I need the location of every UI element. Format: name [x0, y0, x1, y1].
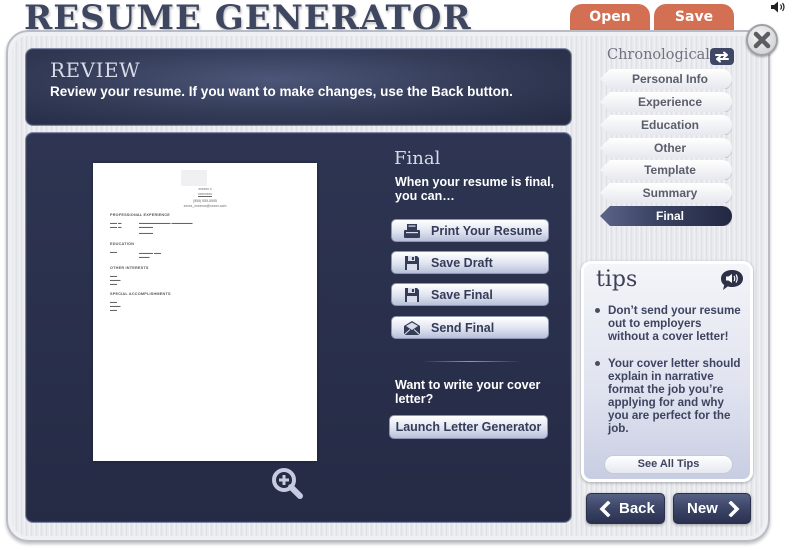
new-label: New: [687, 500, 718, 517]
step-label: Summary: [642, 186, 698, 200]
header-panel: REVIEW Review your resume. If you want t…: [25, 48, 572, 126]
back-button[interactable]: Back: [586, 493, 665, 524]
floppy-disk-icon: [402, 255, 422, 271]
save-draft-label: Save Draft: [431, 255, 493, 270]
resume-text-line: ▬▬ ▬▬▬ ▬▬: [110, 300, 121, 312]
page-subtitle: Review your resume. If you want to make …: [50, 84, 513, 99]
floppy-disk-icon: [402, 287, 422, 303]
close-icon: [753, 31, 771, 49]
back-label: Back: [619, 500, 655, 517]
speaker-icon[interactable]: [770, 0, 788, 14]
save-final-label: Save Final: [431, 287, 493, 302]
zoom-in-icon[interactable]: [270, 467, 306, 503]
envelope-icon: [402, 320, 422, 336]
step-label: Education: [640, 118, 699, 132]
step-experience[interactable]: Experience: [600, 92, 732, 112]
resume-section-heading: SPECIAL ACCOMPLISHMENTS: [110, 292, 171, 296]
resume-preview[interactable]: xxxxxx x xxxxxxxx (555) 555-5555 xxxxx_x…: [93, 163, 317, 461]
resume-email: xxxxx_xxxxxxx@xxxxx.com: [183, 204, 227, 208]
step-label: Other: [653, 141, 686, 155]
printer-icon: [402, 223, 422, 239]
close-button[interactable]: [746, 24, 778, 56]
resume-section-heading: EDUCATION: [110, 242, 135, 246]
resume-text-line: ▬▬▬▬ ▬▬ ▬▬▬: [139, 251, 161, 259]
tips-title: tips: [596, 267, 638, 292]
send-final-button[interactable]: Send Final: [391, 316, 549, 339]
resume-format-label: Chronological: [607, 47, 710, 63]
final-section-description: When your resume is final, you can…: [395, 175, 555, 203]
swap-arrows-icon: [715, 51, 729, 62]
step-final[interactable]: Final: [600, 206, 732, 226]
section-divider: [421, 361, 521, 362]
save-tab-button[interactable]: Save: [654, 4, 734, 30]
launch-letter-generator-button[interactable]: Launch Letter Generator: [389, 415, 548, 439]
resume-section-heading: PROFESSIONAL EXPERIENCE: [110, 213, 171, 217]
resume-photo-placeholder: [181, 170, 207, 186]
swap-format-button[interactable]: [710, 48, 734, 65]
tips-list: Don’t send your resume out to employers …: [594, 304, 744, 449]
save-draft-button[interactable]: Save Draft: [391, 251, 549, 274]
see-all-tips-button[interactable]: See All Tips: [604, 455, 733, 474]
print-resume-label: Print Your Resume: [431, 223, 543, 238]
step-label: Final: [655, 209, 684, 223]
resume-text-line: ▬▬▬▬: [139, 231, 153, 235]
content-panel: xxxxxx x xxxxxxxx (555) 555-5555 xxxxx_x…: [25, 132, 572, 523]
tips-panel: tips Don’t send your resume out to emplo…: [581, 261, 753, 482]
cover-letter-prompt: Want to write your cover letter?: [395, 378, 541, 406]
step-other[interactable]: Other: [600, 138, 732, 158]
final-section-title: Final: [394, 148, 441, 169]
send-final-label: Send Final: [431, 320, 495, 335]
step-label: Template: [644, 163, 696, 177]
resume-text-line: ▬▬ ▬ ▬▬ ▬: [110, 221, 122, 229]
resume-text-line: ▬▬▬▬▬▬▬▬▬ ▬▬▬▬▬▬ ▬▬▬▬: [139, 221, 193, 229]
resume-text-line: ▬▬: [110, 250, 117, 254]
tip-item: Don’t send your resume out to employers …: [594, 304, 744, 343]
resume-name-line: xxxxxxxx: [198, 192, 212, 196]
step-personal-info[interactable]: Personal Info: [600, 69, 732, 89]
step-label: Personal Info: [631, 72, 708, 86]
resume-section-heading: OTHER INTERESTS: [110, 266, 149, 270]
step-label: Experience: [637, 95, 703, 109]
print-resume-button[interactable]: Print Your Resume: [391, 219, 549, 242]
new-button[interactable]: New: [673, 493, 751, 524]
chevron-right-icon: [728, 500, 740, 517]
step-template[interactable]: Template: [600, 160, 732, 180]
open-tab-button[interactable]: Open: [570, 4, 650, 30]
page-title: REVIEW: [50, 58, 141, 82]
chevron-left-icon: [599, 500, 611, 517]
step-education[interactable]: Education: [600, 115, 732, 135]
resume-text-line: ▬▬ ▬▬▬ ▬▬: [110, 274, 121, 286]
save-final-button[interactable]: Save Final: [391, 283, 549, 306]
speech-bubble-speaker-icon[interactable]: [720, 269, 744, 291]
step-summary[interactable]: Summary: [600, 183, 732, 203]
tip-item: Your cover letter should explain in narr…: [594, 357, 744, 435]
